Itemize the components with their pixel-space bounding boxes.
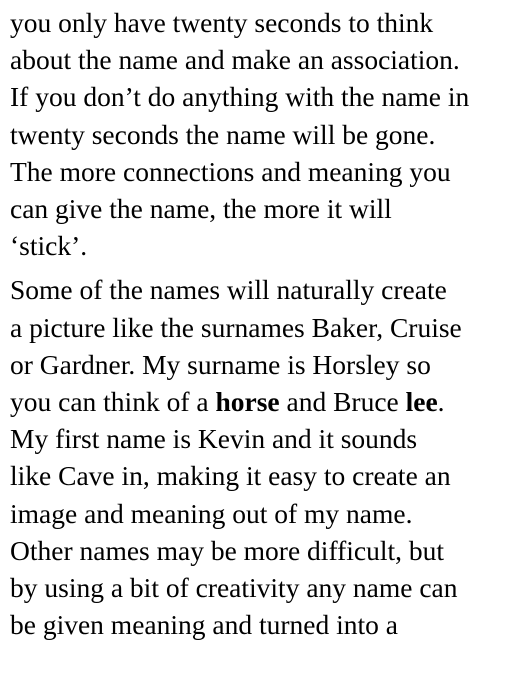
text-line: twenty seconds the name will be gone. [10, 118, 436, 150]
text-line: like Cave in, making it easy to create a… [10, 460, 451, 492]
text-line: Other names may be more difficult, but [10, 534, 445, 566]
text-line: by using a bit of creativity any name ca… [10, 572, 458, 604]
document-page: you only have twenty seconds to think ab… [10, 4, 520, 643]
emphasis-lee: lee [405, 386, 438, 418]
text-line: My first name is Kevin and it sounds [10, 423, 418, 455]
text-line: If you don’t do anything with the name i… [10, 81, 470, 113]
text-line: The more connections and meaning you [10, 155, 451, 187]
text-segment: you can think of a [10, 386, 216, 418]
text-segment: . [437, 386, 445, 418]
paragraph-name-association: you only have twenty seconds to think ab… [10, 4, 520, 264]
paragraph-name-examples: Some of the names will naturally create … [10, 271, 520, 643]
text-line: ‘stick’. [10, 230, 88, 262]
text-line: Some of the names will naturally create [10, 274, 447, 306]
text-line: or Gardner. My surname is Horsley so [10, 348, 431, 380]
text-line-with-emphasis: you can think of a horse and Bruce lee. [10, 383, 520, 420]
emphasis-horse: horse [215, 386, 280, 418]
text-line: you only have twenty seconds to think [10, 7, 434, 38]
text-line: can give the name, the more it will [10, 193, 392, 225]
text-segment: and Bruce [279, 386, 406, 418]
text-line: a picture like the surnames Baker, Cruis… [10, 311, 462, 343]
text-line: be given meaning and turned into a [10, 609, 398, 641]
text-line: about the name and make an association. [10, 44, 460, 76]
text-line: image and meaning out of my name. [10, 497, 413, 529]
